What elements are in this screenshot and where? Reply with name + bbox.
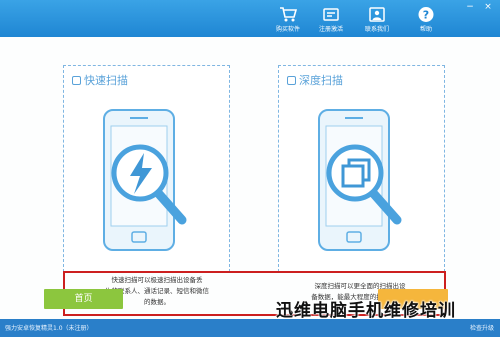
register-activate-label: 注册激活 xyxy=(318,26,343,33)
register-activate-button[interactable]: 注册激活 xyxy=(305,6,357,34)
check-update-link[interactable]: 检查升级 xyxy=(470,323,494,332)
window-controls: − × xyxy=(464,2,494,12)
minimize-button[interactable]: − xyxy=(464,2,476,12)
scan-option-icon xyxy=(72,75,81,85)
deep-scan-title-row: 深度扫描 xyxy=(287,72,343,88)
deep-scan-panel[interactable]: 深度扫描 xyxy=(278,65,445,272)
close-button[interactable]: × xyxy=(482,2,494,12)
quick-scan-panel[interactable]: 快速扫描 xyxy=(63,65,230,272)
contact-us-label: 联系我们 xyxy=(364,26,389,33)
quick-scan-desc-line1: 快速扫描可以极速扫描出设备丢 xyxy=(111,276,203,284)
main-area: 快速扫描 深度扫描 快速扫描可以极速扫描出设备丢 失的联系人、通话记录、短信和微… xyxy=(0,37,500,319)
svg-text:?: ? xyxy=(423,9,429,22)
quick-scan-title-row: 快速扫描 xyxy=(72,72,128,88)
home-button[interactable]: 首页 xyxy=(44,289,123,309)
top-toolbar: 购买软件 注册激活 联系我们 ? 帮助 − × xyxy=(0,0,500,37)
quick-scan-title: 快速扫描 xyxy=(84,74,128,87)
phone-illustration xyxy=(103,109,187,251)
status-bar: 强力安卓恢复精灵1.0（未注册） 检查升级 xyxy=(0,319,500,337)
cart-icon xyxy=(280,7,297,22)
contact-us-button[interactable]: 联系我们 xyxy=(351,6,403,34)
key-icon xyxy=(323,8,339,21)
deep-scan-title: 深度扫描 xyxy=(299,74,343,87)
phone-illustration xyxy=(318,109,402,251)
contact-icon xyxy=(369,7,385,22)
scan-option-icon xyxy=(287,75,296,85)
help-icon: ? xyxy=(418,7,434,22)
help-label: 帮助 xyxy=(419,26,432,33)
app-version-status: 强力安卓恢复精灵1.0（未注册） xyxy=(5,325,93,332)
help-button[interactable]: ? 帮助 xyxy=(400,6,452,34)
watermark-text: 迅维电脑手机维修培训 xyxy=(276,301,456,321)
